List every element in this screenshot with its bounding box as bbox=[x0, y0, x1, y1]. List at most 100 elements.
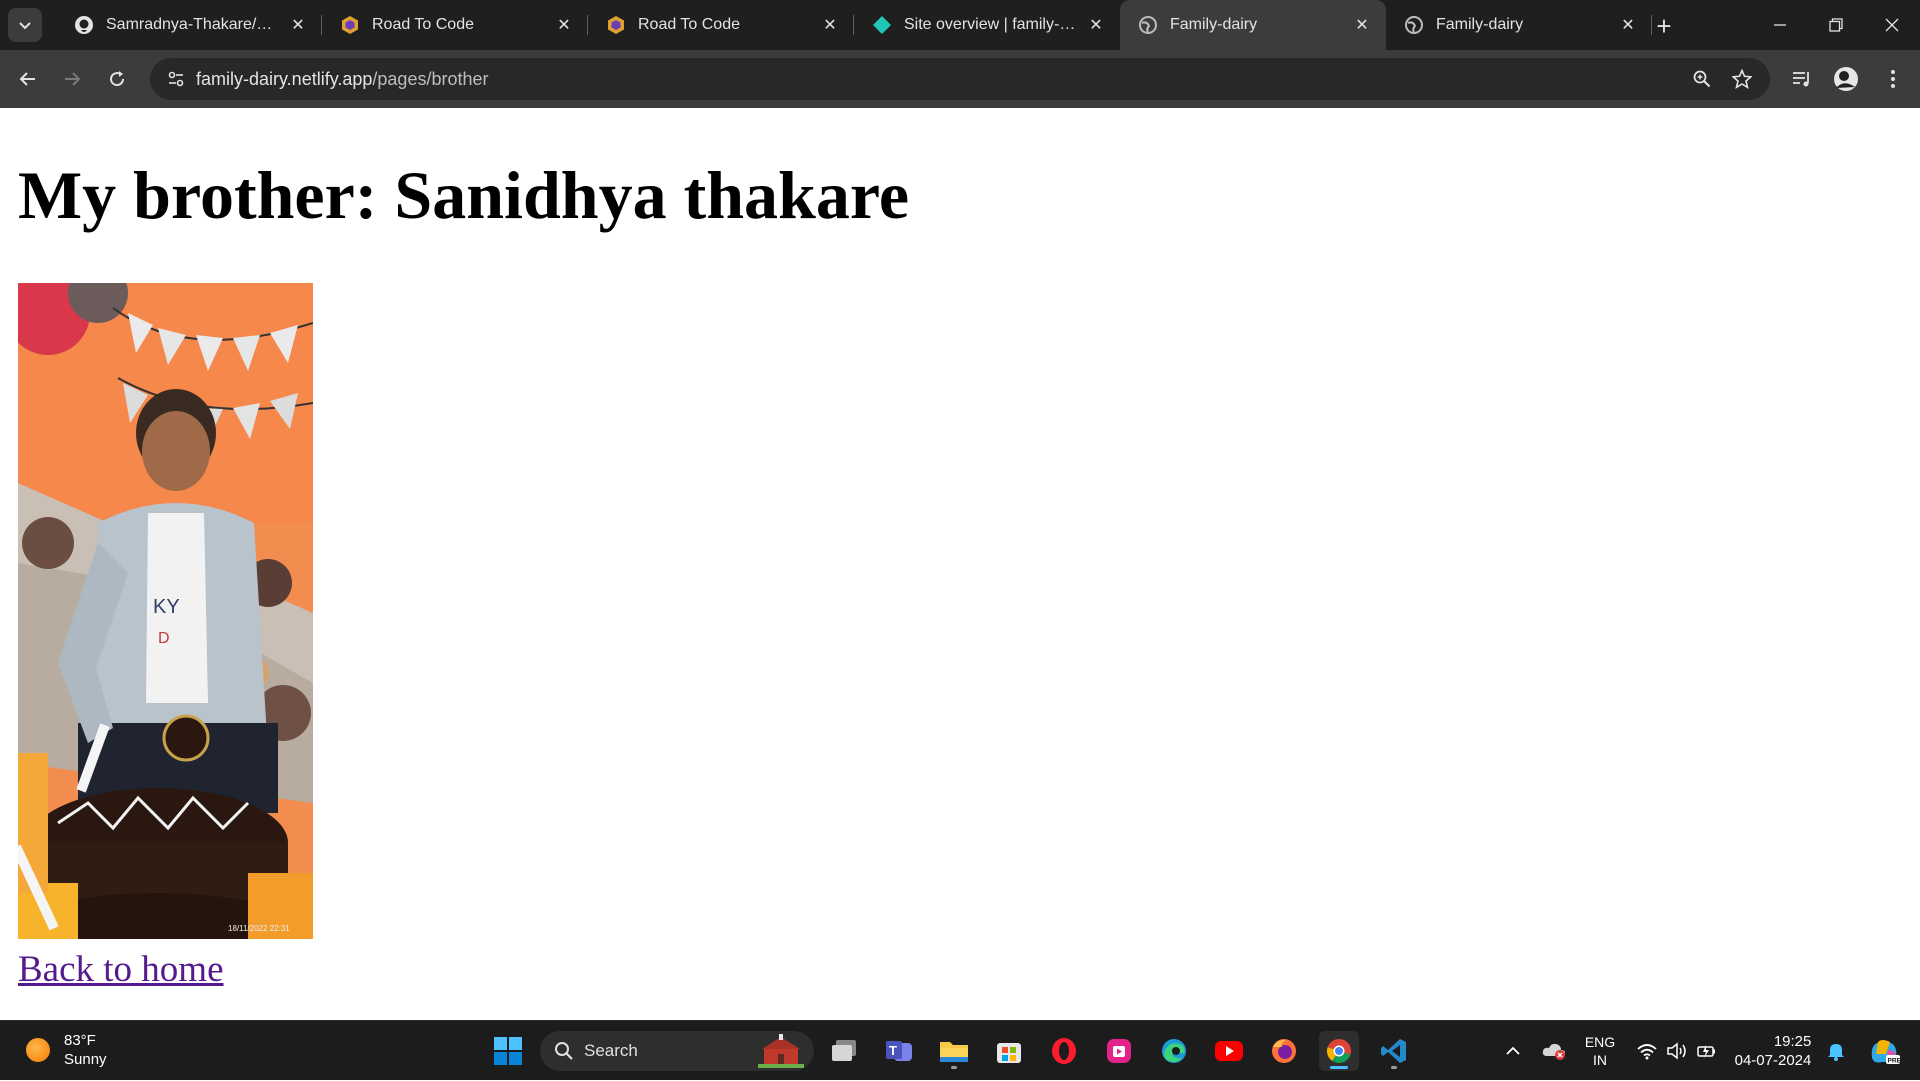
page-content: My brother: Sanidhya thakare KY D 18/11/… bbox=[0, 108, 1920, 1020]
store-icon[interactable] bbox=[989, 1031, 1029, 1071]
chrome-icon[interactable] bbox=[1319, 1031, 1359, 1071]
tab-title: Road To Code bbox=[638, 16, 740, 33]
tab-search-button[interactable] bbox=[8, 8, 42, 42]
reload-button[interactable] bbox=[101, 63, 133, 95]
weather-widget[interactable]: 83°F Sunny bbox=[26, 1031, 107, 1069]
taskbar-search[interactable]: Search bbox=[540, 1031, 814, 1071]
notification-bell-icon[interactable] bbox=[1822, 1021, 1850, 1081]
clipchamp-icon[interactable] bbox=[1099, 1031, 1139, 1071]
reload-icon bbox=[110, 71, 125, 87]
sun-icon bbox=[26, 1038, 50, 1062]
show-hidden-icons-button[interactable] bbox=[1498, 1021, 1528, 1081]
clock-time: 19:25 bbox=[1773, 1033, 1812, 1050]
profile-avatar[interactable] bbox=[1830, 63, 1862, 95]
menu-button[interactable] bbox=[1877, 63, 1909, 95]
close-window-icon[interactable] bbox=[1864, 0, 1920, 50]
globe-icon bbox=[1138, 15, 1158, 35]
task-view-icon[interactable] bbox=[824, 1031, 864, 1071]
close-icon[interactable]: ✕ bbox=[1352, 15, 1372, 35]
avatar-icon bbox=[1834, 67, 1858, 91]
running-indicator bbox=[1391, 1066, 1397, 1069]
tab-github[interactable]: Samradnya-Thakare/Family ✕ bbox=[56, 0, 322, 50]
language-code: ENG bbox=[1584, 1034, 1616, 1050]
restore-icon[interactable] bbox=[1808, 0, 1864, 50]
clock-date: 04-07-2024 bbox=[1734, 1052, 1812, 1069]
tab-title: Family-dairy bbox=[1436, 16, 1524, 33]
browser-toolbar: family-dairy.netlify.app/pages/brother bbox=[0, 50, 1920, 108]
search-icon bbox=[555, 1042, 573, 1060]
svg-text:PRE: PRE bbox=[1888, 1058, 1901, 1065]
window-controls bbox=[1752, 0, 1920, 50]
copilot-icon[interactable]: PRE bbox=[1864, 1021, 1904, 1081]
brother-photo: KY D 18/11/2022 22:31 bbox=[18, 283, 313, 939]
tab-netlify[interactable]: Site overview | family-dairy ✕ bbox=[854, 0, 1120, 50]
site-info-button[interactable] bbox=[160, 63, 192, 95]
file-explorer-icon[interactable] bbox=[934, 1031, 974, 1071]
search-highlight-image bbox=[758, 1034, 804, 1068]
arrow-left-icon bbox=[19, 72, 35, 86]
close-icon[interactable]: ✕ bbox=[288, 15, 308, 35]
address-bar[interactable]: family-dairy.netlify.app/pages/brother bbox=[150, 58, 1770, 100]
netlify-icon bbox=[872, 15, 892, 35]
url-text[interactable]: family-dairy.netlify.app/pages/brother bbox=[196, 69, 488, 90]
zoom-icon[interactable] bbox=[1686, 63, 1718, 95]
github-icon bbox=[74, 15, 94, 35]
wifi-icon[interactable] bbox=[1632, 1021, 1662, 1081]
browser-tab-bar: Samradnya-Thakare/Family ✕ Road To Code … bbox=[0, 0, 1920, 50]
youtube-icon[interactable] bbox=[1209, 1031, 1249, 1071]
svg-text:D: D bbox=[158, 630, 170, 647]
close-icon[interactable]: ✕ bbox=[820, 15, 840, 35]
tab-title: Family-dairy bbox=[1170, 16, 1258, 33]
close-icon[interactable]: ✕ bbox=[1086, 15, 1106, 35]
close-icon[interactable]: ✕ bbox=[554, 15, 574, 35]
tab-title: Site overview | family-dairy bbox=[904, 16, 1078, 33]
back-to-home-link[interactable]: Back to home bbox=[18, 948, 224, 991]
bookmark-star-icon[interactable] bbox=[1726, 63, 1758, 95]
url-path: /pages/brother bbox=[372, 69, 489, 89]
tab-family-dairy[interactable]: Family-dairy ✕ bbox=[1386, 0, 1652, 50]
kebab-menu-icon bbox=[1891, 70, 1895, 88]
language-indicator[interactable]: ENG IN bbox=[1576, 1021, 1624, 1081]
windows-taskbar: 83°F Sunny Search T ENG IN 19:25 04-07-2… bbox=[0, 1020, 1920, 1080]
forward-button[interactable] bbox=[56, 63, 88, 95]
url-host: family-dairy.netlify.app bbox=[196, 69, 373, 89]
chevron-down-icon bbox=[19, 22, 31, 30]
active-indicator bbox=[1330, 1066, 1348, 1069]
edge-icon[interactable] bbox=[1154, 1031, 1194, 1071]
battery-icon[interactable] bbox=[1692, 1021, 1722, 1081]
road-to-code-icon bbox=[606, 15, 626, 35]
system-clock[interactable]: 19:25 04-07-2024 bbox=[1728, 1021, 1818, 1081]
opera-icon[interactable] bbox=[1044, 1031, 1084, 1071]
weather-temp: 83°F bbox=[64, 1032, 96, 1049]
tab-title: Road To Code bbox=[372, 16, 474, 33]
firefox-icon[interactable] bbox=[1264, 1031, 1304, 1071]
road-to-code-icon bbox=[340, 15, 360, 35]
tab-title: Samradnya-Thakare/Family bbox=[106, 16, 280, 33]
back-button[interactable] bbox=[12, 63, 44, 95]
minimize-icon[interactable] bbox=[1752, 0, 1808, 50]
page-title: My brother: Sanidhya thakare bbox=[18, 157, 910, 233]
search-label: Search bbox=[584, 1041, 638, 1060]
weather-condition: Sunny bbox=[64, 1051, 107, 1068]
volume-icon[interactable] bbox=[1662, 1021, 1692, 1081]
new-tab-button[interactable]: + bbox=[1650, 11, 1678, 41]
tab-road-to-code-2[interactable]: Road To Code ✕ bbox=[588, 0, 854, 50]
tab-road-to-code[interactable]: Road To Code ✕ bbox=[322, 0, 588, 50]
chevron-up-icon bbox=[1506, 1046, 1520, 1055]
globe-icon bbox=[1404, 15, 1424, 35]
svg-text:T: T bbox=[889, 1043, 897, 1058]
media-control-icon[interactable] bbox=[1786, 63, 1818, 95]
photo-timestamp: 18/11/2022 22:31 bbox=[228, 924, 290, 933]
tab-strip: Samradnya-Thakare/Family ✕ Road To Code … bbox=[56, 0, 1652, 50]
tune-icon bbox=[168, 71, 184, 87]
vscode-icon[interactable] bbox=[1374, 1031, 1414, 1071]
region-code: IN bbox=[1593, 1052, 1607, 1068]
teams-icon[interactable]: T bbox=[879, 1031, 919, 1071]
windows-logo-icon bbox=[494, 1037, 522, 1065]
close-icon[interactable]: ✕ bbox=[1618, 15, 1638, 35]
tab-family-dairy-active[interactable]: Family-dairy ✕ bbox=[1120, 0, 1386, 50]
running-indicator bbox=[951, 1066, 957, 1069]
onedrive-icon[interactable] bbox=[1538, 1021, 1570, 1081]
start-button[interactable] bbox=[488, 1031, 528, 1071]
svg-text:KY: KY bbox=[153, 596, 180, 618]
